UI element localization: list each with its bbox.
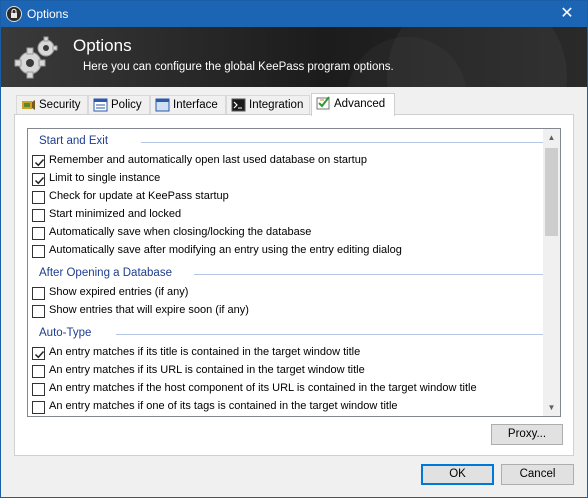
checkbox[interactable] (32, 245, 45, 258)
options-list[interactable]: Start and Exit Remember and automaticall… (27, 128, 561, 417)
checkbox[interactable] (32, 365, 45, 378)
item-label: Automatically save when closing/locking … (49, 226, 312, 238)
options-window: Options ✕ Options Here you can configure… (0, 0, 588, 498)
checkbox[interactable] (32, 227, 45, 240)
banner-title: Options (73, 36, 132, 55)
tab-strip: Security Policy Interface Integration Ad… (14, 93, 574, 116)
tab-advanced[interactable]: Advanced (311, 93, 395, 116)
scroll-down-icon[interactable]: ▼ (543, 399, 560, 416)
ok-button[interactable]: OK (421, 464, 494, 485)
policy-icon (93, 98, 108, 112)
item-label: Show expired entries (if any) (49, 286, 189, 298)
banner-subtitle: Here you can configure the global KeePas… (83, 61, 394, 73)
checkbox[interactable] (32, 209, 45, 222)
checkbox[interactable] (32, 287, 45, 300)
tab-label: Policy (111, 99, 142, 111)
tab-label: Integration (249, 99, 304, 111)
item-label: An entry matches if its title is contain… (49, 346, 361, 358)
scroll-thumb[interactable] (545, 148, 558, 236)
cancel-button[interactable]: Cancel (501, 464, 574, 485)
checkbox[interactable] (32, 191, 45, 204)
close-icon: ✕ (560, 5, 574, 22)
item-label: Start minimized and locked (49, 208, 182, 220)
tab-security[interactable]: Security (16, 95, 88, 115)
item-label: Check for update at KeePass startup (49, 190, 229, 202)
group-header-auto-type: Auto-Type (39, 327, 92, 339)
integration-icon (231, 98, 246, 112)
checkmark-icon (34, 176, 45, 185)
group-divider (116, 334, 548, 335)
gears-icon (14, 36, 58, 79)
checkmark-icon (34, 158, 45, 167)
tab-label: Security (39, 99, 81, 111)
item-label: Limit to single instance (49, 172, 161, 184)
checkbox[interactable] (32, 173, 45, 186)
checkbox[interactable] (32, 155, 45, 168)
tab-policy[interactable]: Policy (88, 95, 150, 115)
advanced-icon (316, 96, 330, 110)
vertical-scrollbar[interactable]: ▲ ▼ (543, 129, 560, 416)
item-label: Automatically save after modifying an en… (49, 244, 402, 256)
tab-integration[interactable]: Integration (226, 95, 310, 115)
checkmark-icon (34, 350, 45, 359)
advanced-panel: Start and Exit Remember and automaticall… (14, 114, 574, 456)
item-label: An entry matches if the host component o… (49, 382, 477, 394)
proxy-button[interactable]: Proxy... (491, 424, 563, 445)
security-icon (22, 100, 35, 110)
title-bar[interactable]: Options ✕ (1, 1, 587, 27)
checkbox[interactable] (32, 401, 45, 414)
close-button[interactable]: ✕ (547, 1, 587, 27)
keepass-lock-icon (6, 6, 22, 22)
tab-label: Interface (173, 99, 218, 111)
group-header-after-opening: After Opening a Database (39, 267, 172, 279)
group-divider (194, 274, 548, 275)
group-divider (141, 142, 548, 143)
item-label: An entry matches if one of its tags is c… (49, 400, 398, 412)
tab-label: Advanced (334, 98, 386, 110)
header-banner: Options Here you can configure the globa… (1, 27, 587, 87)
group-header-start-exit: Start and Exit (39, 135, 109, 147)
item-label: An entry matches if its URL is contained… (49, 364, 365, 376)
checkbox[interactable] (32, 347, 45, 360)
tab-interface[interactable]: Interface (150, 95, 226, 115)
interface-icon (155, 98, 170, 112)
checkbox[interactable] (32, 383, 45, 396)
scroll-up-icon[interactable]: ▲ (543, 129, 560, 146)
item-label: Show entries that will expire soon (if a… (49, 304, 249, 316)
checkbox[interactable] (32, 305, 45, 318)
window-title: Options (27, 7, 69, 21)
item-label: Remember and automatically open last use… (49, 154, 367, 166)
